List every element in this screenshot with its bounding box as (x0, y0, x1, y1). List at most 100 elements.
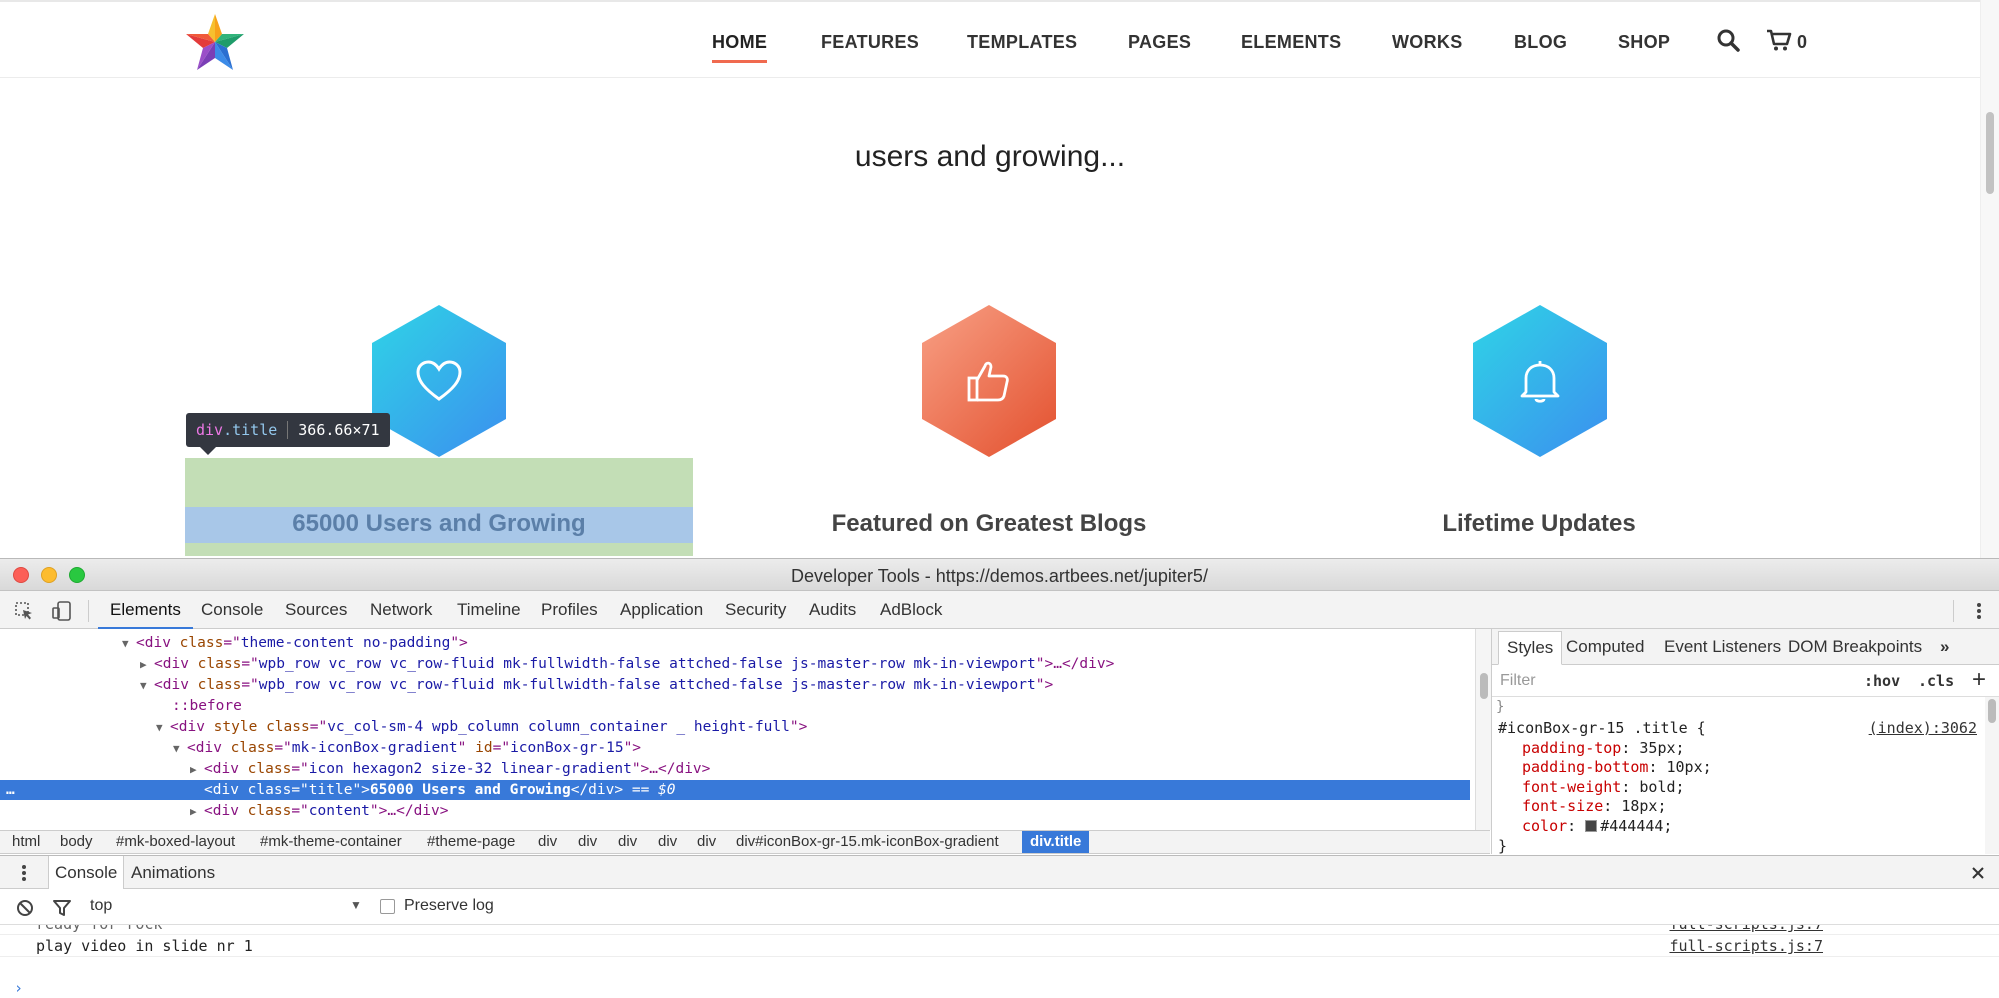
expand-arrow-icon[interactable]: ▶ (140, 655, 154, 675)
tab-styles[interactable]: Styles (1498, 631, 1563, 665)
crumb-div-5[interactable]: div (697, 831, 716, 853)
crumb-div-3[interactable]: div (618, 831, 637, 853)
tab-console[interactable]: Console (201, 591, 263, 629)
dom-node-before[interactable]: ::before (0, 696, 1470, 716)
crumb-div-4[interactable]: div (658, 831, 677, 853)
tab-audits[interactable]: Audits (809, 591, 856, 629)
clear-console-icon[interactable] (16, 899, 34, 917)
dom-node-column[interactable]: ▼ <div style class="vc_col-sm-4 wpb_colum… (0, 717, 1470, 737)
preserve-log-checkbox[interactable] (380, 899, 395, 914)
page-scrollbar-thumb[interactable] (1986, 112, 1994, 194)
drawer-tab-animations[interactable]: Animations (131, 856, 215, 889)
rule-selector[interactable]: #iconBox-gr-15 .title { (1498, 719, 1712, 739)
cart-count[interactable]: 0 (1797, 32, 1807, 53)
inspect-element-icon[interactable] (14, 601, 34, 621)
dom-node-content[interactable]: ▶ <div class="content">…</div> (0, 801, 1470, 821)
color-swatch[interactable] (1585, 819, 1598, 832)
context-select[interactable]: top (90, 897, 112, 915)
more-tabs-chevron-icon[interactable]: » (1940, 629, 1949, 665)
crumb-body[interactable]: body (60, 831, 93, 853)
css-prop-font-weight[interactable]: font-weight: bold; (1498, 778, 1712, 798)
context-dropdown-icon[interactable]: ▼ (350, 898, 362, 912)
nav-pages[interactable]: PAGES (1128, 32, 1191, 53)
styles-pane: Styles Computed Event Listeners DOM Brea… (1491, 629, 1999, 855)
nav-templates[interactable]: TEMPLATES (967, 32, 1077, 53)
crumb-theme-container[interactable]: #mk-theme-container (260, 831, 402, 853)
expand-arrow-icon[interactable]: ▶ (190, 802, 204, 822)
nav-shop[interactable]: SHOP (1618, 32, 1670, 53)
tab-event-listeners[interactable]: Event Listeners (1664, 629, 1781, 665)
toolbar-divider-right (1953, 600, 1954, 622)
tab-timeline[interactable]: Timeline (457, 591, 521, 629)
crumb-div-1[interactable]: div (538, 831, 557, 853)
crumb-html[interactable]: html (12, 831, 40, 853)
elements-scrollbar-thumb[interactable] (1480, 673, 1488, 699)
dom-node-icon[interactable]: ▶ <div class="icon hexagon2 size-32 linea… (0, 759, 1470, 779)
styles-scrollbar[interactable] (1985, 697, 1999, 854)
filter-icon[interactable] (52, 899, 72, 917)
elements-scrollbar[interactable] (1475, 629, 1491, 830)
elements-dom-tree: ▼ <div class="theme-content no-padding"> … (0, 629, 1475, 830)
collapse-arrow-icon[interactable]: ▼ (156, 718, 170, 738)
crumb-div-2[interactable]: div (578, 831, 597, 853)
screen: HOME FEATURES TEMPLATES PAGES ELEMENTS W… (0, 0, 1999, 998)
sidebar-tabs: Styles Computed Event Listeners DOM Brea… (1492, 629, 1999, 665)
nav-features[interactable]: FEATURES (821, 32, 919, 53)
drawer-tab-console[interactable]: Console (48, 856, 125, 889)
collapse-arrow-icon[interactable]: ▼ (122, 634, 136, 654)
drawer-menu-icon[interactable] (20, 864, 28, 882)
cart-icon[interactable] (1766, 28, 1792, 52)
css-prop-color[interactable]: color: #444444; (1498, 817, 1712, 837)
collapse-arrow-icon[interactable]: ▼ (140, 676, 154, 696)
css-prop-padding-top[interactable]: padding-top: 35px; (1498, 739, 1712, 759)
search-icon[interactable] (1716, 28, 1740, 52)
tab-sources[interactable]: Sources (285, 591, 347, 629)
tab-elements[interactable]: Elements (98, 591, 193, 629)
tab-security[interactable]: Security (725, 591, 786, 629)
dom-node-row-2[interactable]: ▼ <div class="wpb_row vc_row vc_row-fluid… (0, 675, 1470, 695)
expand-arrow-icon[interactable]: ▶ (190, 760, 204, 780)
rule-clipped-brace: } (1496, 699, 1505, 715)
crumb-theme-page[interactable]: #theme-page (427, 831, 515, 853)
section-headline: users and growing... (854, 140, 1126, 173)
node-actions-icon[interactable]: … (6, 780, 15, 800)
dom-breadcrumb: html body #mk-boxed-layout #mk-theme-con… (0, 830, 1490, 854)
crumb-div-title[interactable]: div.title (1022, 831, 1090, 853)
rule-source-link[interactable]: (index):3062 (1869, 719, 1977, 737)
dom-node-row-1[interactable]: ▶ <div class="wpb_row vc_row vc_row-fluid… (0, 654, 1470, 674)
tooltip-size: 366.66×71 (298, 421, 380, 439)
tab-application[interactable]: Application (620, 591, 703, 629)
more-options-icon[interactable] (1975, 601, 1983, 621)
crumb-iconbox[interactable]: div#iconBox-gr-15.mk-iconBox-gradient (736, 831, 999, 853)
nav-home[interactable]: HOME (712, 32, 768, 63)
tab-profiles[interactable]: Profiles (541, 591, 598, 629)
nav-works[interactable]: WORKS (1392, 32, 1463, 53)
new-style-rule-icon[interactable]: + (1972, 666, 1986, 694)
feature-title-1: 65000 Users and Growing (292, 510, 586, 537)
console-message-source[interactable]: full-scripts.js:7 (1669, 925, 1823, 935)
device-toolbar-icon[interactable] (52, 600, 72, 622)
console-prompt-icon[interactable]: › (14, 979, 23, 997)
dom-node-iconbox[interactable]: ▼ <div class="mk-iconBox-gradient" id="ic… (0, 738, 1470, 758)
site-logo-star-icon[interactable] (183, 12, 247, 72)
tab-adblock[interactable]: AdBlock (880, 591, 942, 629)
tab-dom-breakpoints[interactable]: DOM Breakpoints (1788, 629, 1922, 665)
styles-filter-input[interactable]: Filter (1500, 672, 1536, 690)
hover-state-toggle[interactable]: :hov (1864, 672, 1900, 690)
tab-computed[interactable]: Computed (1566, 629, 1644, 665)
collapse-arrow-icon[interactable]: ▼ (173, 739, 187, 759)
dom-node-title-selected[interactable]: … <div class="title">65000 Users and Grow… (0, 780, 1470, 800)
crumb-boxed-layout[interactable]: #mk-boxed-layout (116, 831, 235, 853)
nav-elements[interactable]: ELEMENTS (1241, 32, 1341, 53)
tab-network[interactable]: Network (370, 591, 432, 629)
css-prop-font-size[interactable]: font-size: 18px; (1498, 797, 1712, 817)
devtools-titlebar[interactable]: Developer Tools - https://demos.artbees.… (0, 559, 1999, 591)
page-scrollbar[interactable] (1980, 0, 1999, 558)
css-prop-padding-bottom[interactable]: padding-bottom: 10px; (1498, 758, 1712, 778)
dom-node-theme-content[interactable]: ▼ <div class="theme-content no-padding"> (0, 633, 1470, 653)
styles-scrollbar-thumb[interactable] (1988, 699, 1996, 723)
nav-blog[interactable]: BLOG (1514, 32, 1567, 53)
close-drawer-icon[interactable] (1971, 866, 1985, 880)
console-message-source[interactable]: full-scripts.js:7 (1669, 936, 1823, 957)
class-toggle[interactable]: .cls (1918, 672, 1954, 690)
